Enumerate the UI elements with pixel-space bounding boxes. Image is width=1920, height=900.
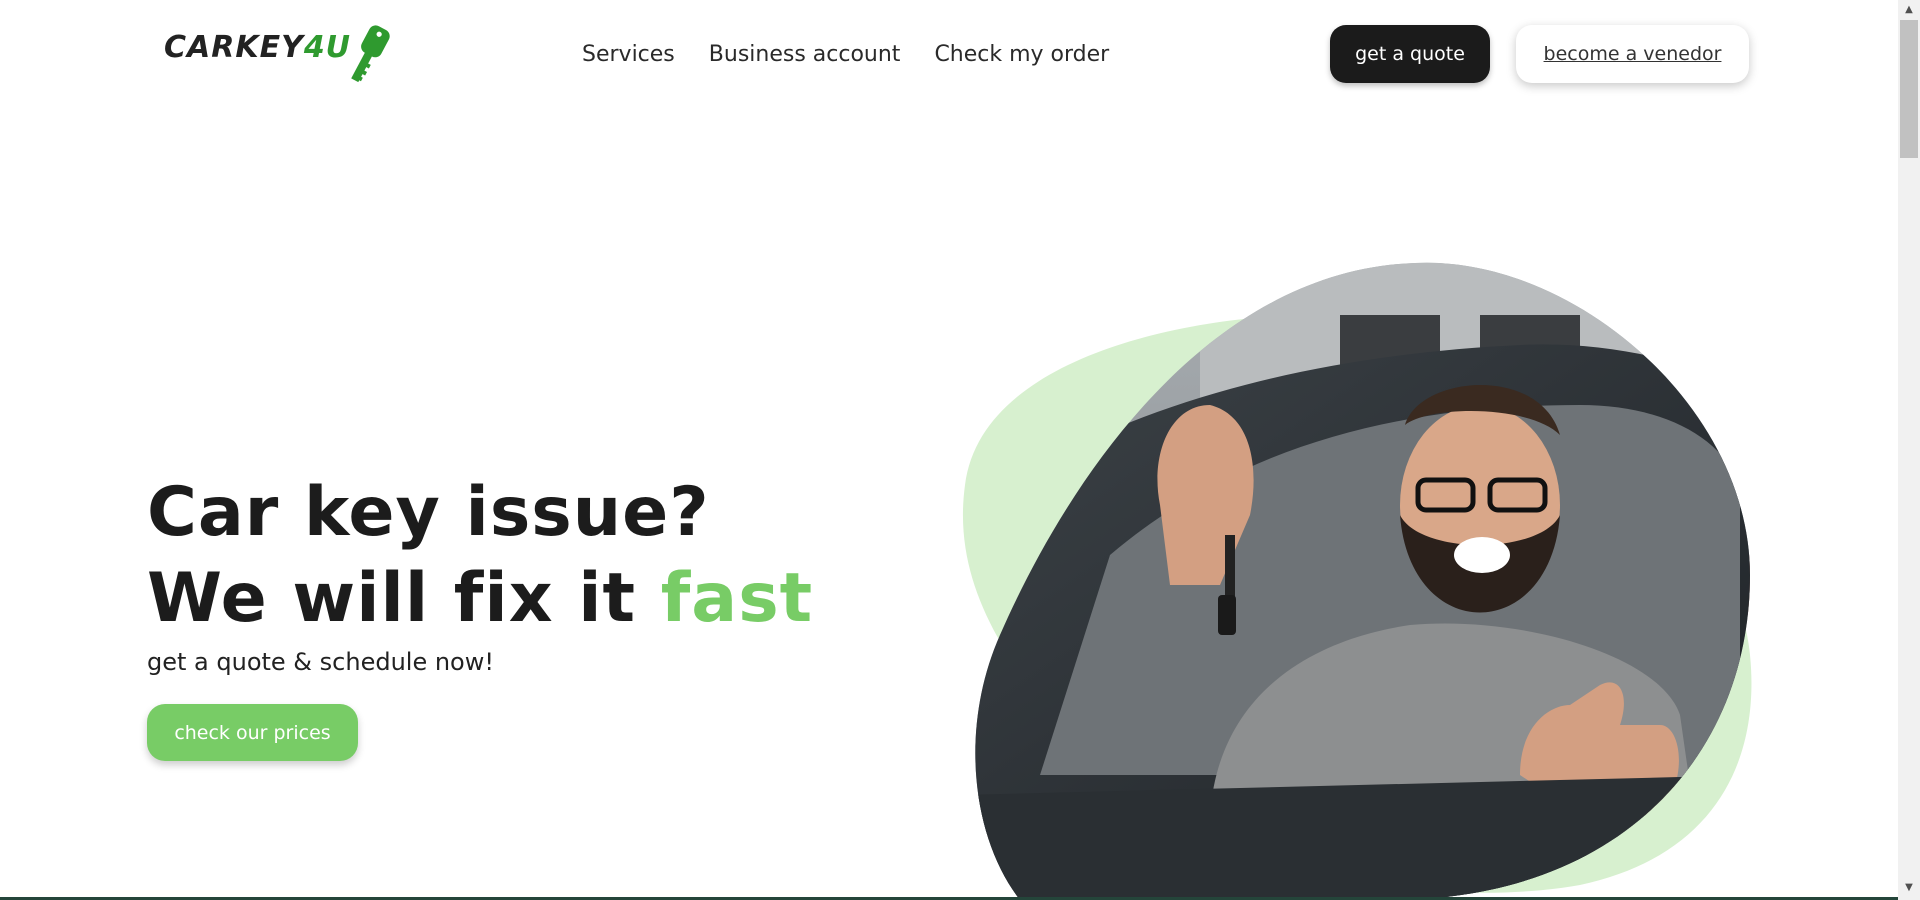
page: CARKEY4U Services Business account Check… (0, 0, 1920, 900)
check-our-prices-button[interactable]: check our prices (147, 704, 358, 761)
hero-image (962, 262, 1752, 900)
scroll-up-arrow-icon[interactable]: ▲ (1898, 0, 1920, 18)
logo-wordmark: CARKEY4U (164, 30, 352, 65)
scroll-down-arrow-icon[interactable]: ▼ (1898, 878, 1920, 896)
hero-subtitle: get a quote & schedule now! (147, 648, 494, 676)
hero-title-line2-prefix: We will fix it (147, 559, 661, 638)
car-photo (975, 262, 1750, 900)
vertical-scrollbar[interactable]: ▲ ▼ (1898, 0, 1920, 900)
nav-check-my-order[interactable]: Check my order (934, 42, 1109, 67)
hero-title-line2: We will fix it fast (147, 556, 813, 642)
nav-services[interactable]: Services (582, 42, 675, 67)
main-nav: Services Business account Check my order (582, 38, 1109, 70)
nav-business-account[interactable]: Business account (709, 42, 901, 67)
scroll-thumb[interactable] (1900, 20, 1918, 158)
hero-title-line1: Car key issue? (147, 473, 710, 552)
site-logo[interactable]: CARKEY4U (164, 22, 394, 88)
hero-title-highlight: fast (660, 559, 814, 638)
become-a-vendor-button[interactable]: become a venedor (1516, 25, 1749, 83)
car-key-icon (351, 25, 390, 83)
get-a-quote-button[interactable]: get a quote (1330, 25, 1490, 83)
hero-title: Car key issue? We will fix it fast (147, 470, 813, 642)
